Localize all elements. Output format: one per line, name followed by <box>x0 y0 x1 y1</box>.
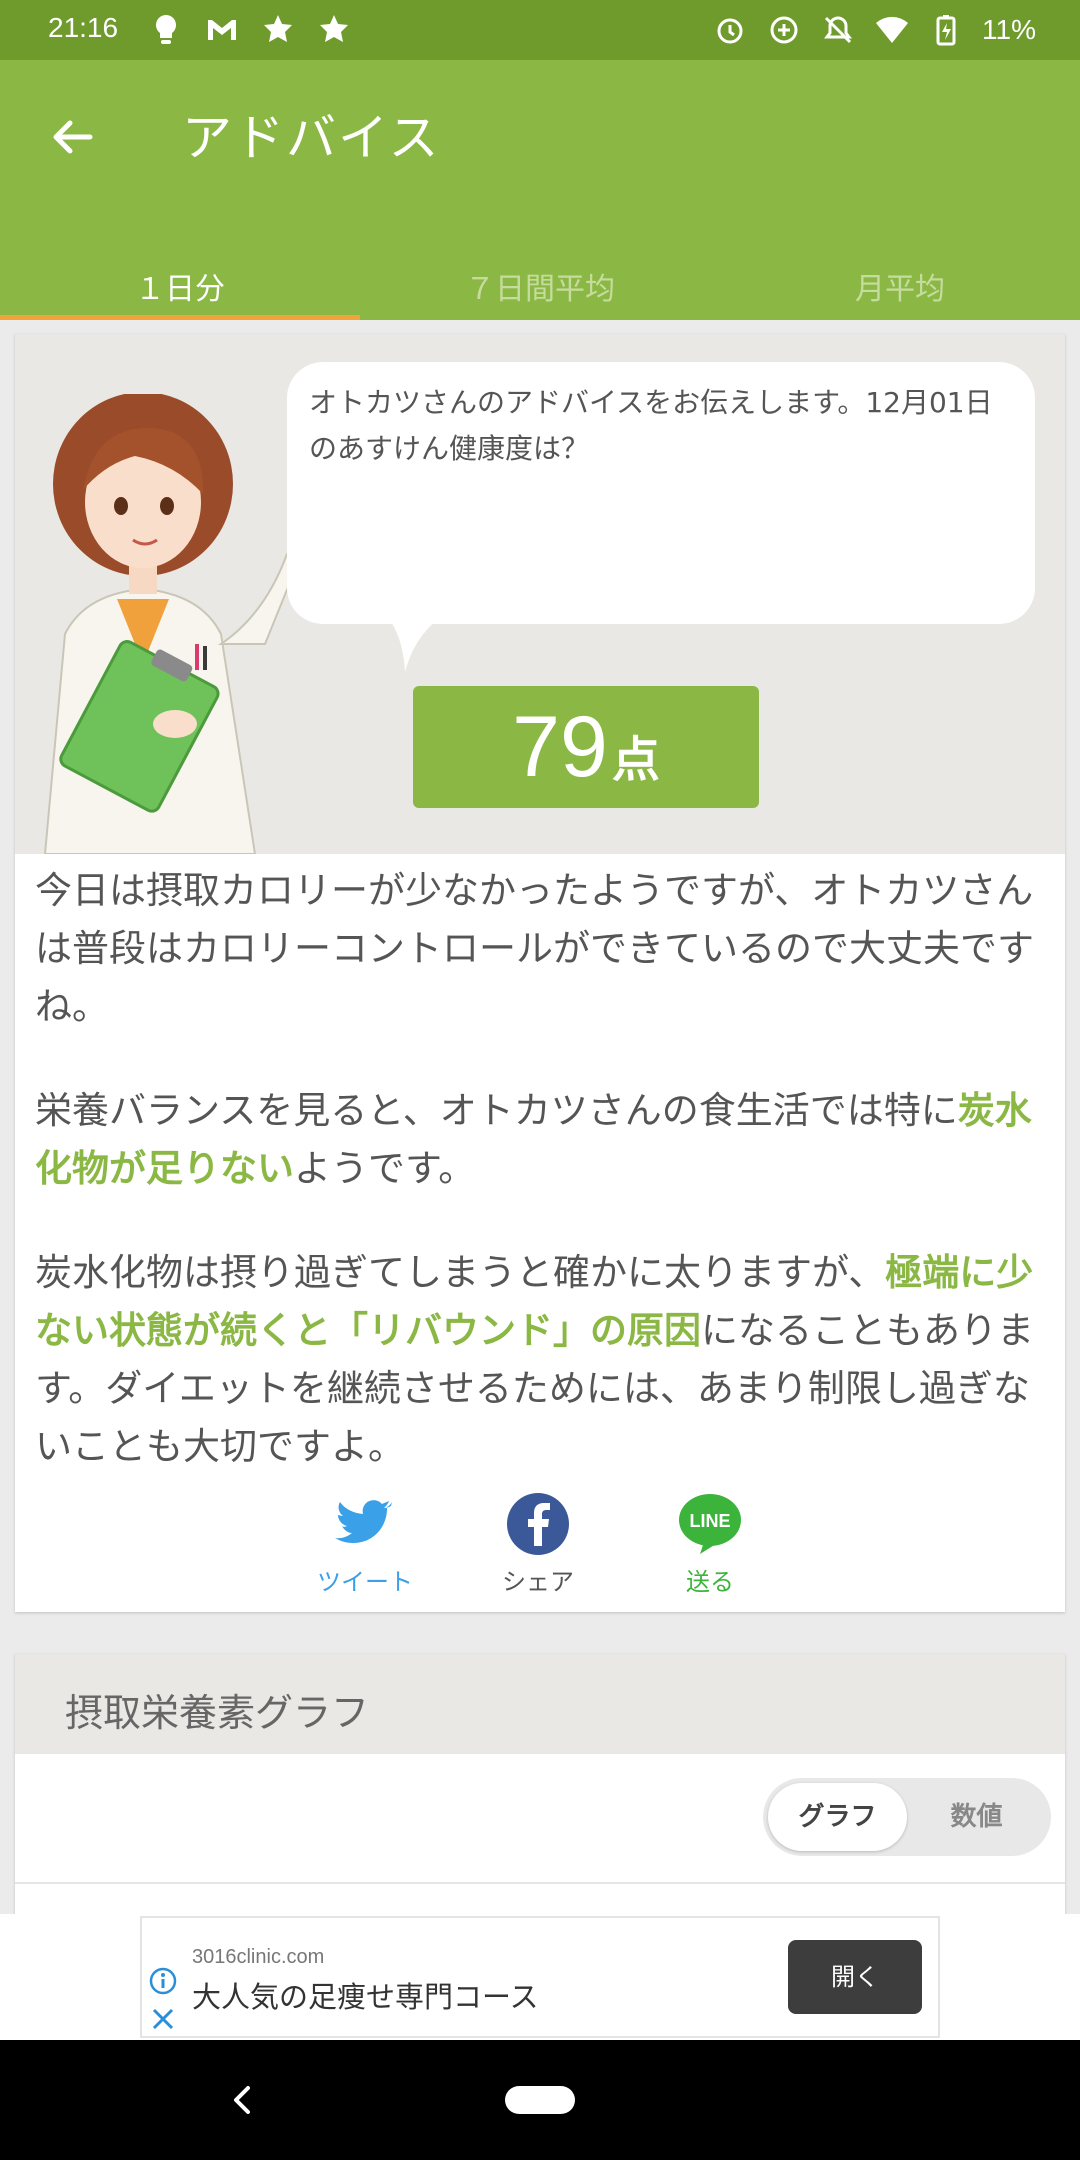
facebook-icon <box>507 1493 569 1555</box>
gmail-icon <box>204 12 240 48</box>
speech-bubble-tail <box>385 614 445 672</box>
advice-paragraph-3-text: 炭水化物は摂り過ぎてしまうと確かに太りますが、 <box>35 1251 886 1294</box>
line-icon: LINE <box>679 1494 741 1554</box>
advice-paragraph: 炭水化物は摂り過ぎてしまうと確かに太りますが、極端に少ない状態が続くと「リバウン… <box>35 1244 1045 1476</box>
line-send-label: 送る <box>686 1568 734 1596</box>
share-buttons: ツイート シェア LINE 送る <box>15 1492 1065 1612</box>
ad-open-button[interactable]: 開く <box>788 1940 922 2014</box>
app-bar: アドバイス １日分 ７日間平均 月平均 <box>0 60 1080 320</box>
alarm-icon <box>712 12 748 48</box>
notifications-off-icon <box>820 12 856 48</box>
data-saver-icon <box>766 12 802 48</box>
status-bar: 21:16 11% <box>0 0 1080 60</box>
health-score: 79点 <box>413 686 759 808</box>
twitter-icon <box>335 1500 392 1543</box>
facebook-share-button[interactable]: シェア <box>473 1492 603 1597</box>
ad-banner-area: 3016clinic.com 大人気の足痩せ専門コース 開く <box>0 1914 1080 2040</box>
advice-paragraph-2-text: 栄養バランスを見ると、オトカツさんの食生活では特に <box>35 1089 958 1132</box>
system-icons: 11% <box>712 12 1036 48</box>
tab-daily[interactable]: １日分 <box>0 240 360 320</box>
star-badge-icon <box>316 12 352 48</box>
battery-charging-icon <box>928 12 964 48</box>
ad-title: 大人気の足痩せ専門コース <box>192 1980 539 2014</box>
advice-paragraph-2-end: ようです。 <box>294 1147 476 1190</box>
line-send-button[interactable]: LINE 送る <box>645 1492 775 1597</box>
page-title: アドバイス <box>182 109 441 167</box>
health-score-value: 79 <box>512 699 608 795</box>
period-tabs: １日分 ７日間平均 月平均 <box>0 240 1080 320</box>
advice-speech-bubble: オトカツさんのアドバイスをお伝えします。12月01日のあすけん健康度は？ <box>287 362 1035 624</box>
advice-paragraph: 栄養バランスを見ると、オトカツさんの食生活では特に炭水化物が足りないようです。 <box>35 1082 1045 1198</box>
facebook-share-label: シェア <box>502 1568 574 1596</box>
health-score-unit: 点 <box>611 732 660 788</box>
nutrient-graph-title: 摂取栄養素グラフ <box>15 1654 1065 1754</box>
wifi-icon <box>874 12 910 48</box>
ad-domain: 3016clinic.com <box>192 1946 325 1968</box>
toggle-values-option[interactable]: 数値 <box>907 1783 1046 1851</box>
tweet-button[interactable]: ツイート <box>300 1492 430 1597</box>
tweet-label: ツイート <box>317 1568 413 1596</box>
system-nav-bar <box>0 2040 1080 2160</box>
tab-monthly-average[interactable]: 月平均 <box>720 240 1080 320</box>
lightbulb-icon <box>148 12 184 48</box>
status-time: 21:16 <box>48 12 119 43</box>
speech-bubble-text: オトカツさんのアドバイスをお伝えします。12月01日のあすけん健康度は？ <box>309 386 993 465</box>
line-logo-text: LINE <box>689 1511 730 1531</box>
arrow-back-icon <box>53 120 93 154</box>
advice-card: オトカツさんのアドバイスをお伝えします。12月01日のあすけん健康度は？ 79点… <box>15 334 1065 1612</box>
nav-back-icon[interactable] <box>222 2080 262 2120</box>
advice-text: 今日は摂取カロリーが少なかったようですが、オトカツさんは普段はカロリーコントロー… <box>15 854 1065 1476</box>
toggle-graph-option[interactable]: グラフ <box>768 1783 907 1851</box>
ad-banner[interactable]: 3016clinic.com 大人気の足痩せ専門コース 開く <box>140 1916 940 2038</box>
divider <box>15 1882 1065 1884</box>
nutrient-graph-card: 摂取栄養素グラフ グラフ 数値 <box>15 1654 1065 1914</box>
battery-percent: 11% <box>982 14 1036 45</box>
advice-header: オトカツさんのアドバイスをお伝えします。12月01日のあすけん健康度は？ 79点 <box>15 334 1065 854</box>
graph-values-toggle: グラフ 数値 <box>763 1778 1051 1856</box>
ad-info-icon[interactable] <box>148 1966 178 1996</box>
advice-paragraph-1: 今日は摂取カロリーが少なかったようですが、オトカツさんは普段はカロリーコントロー… <box>35 869 1034 1028</box>
ad-close-icon[interactable] <box>148 2004 178 2034</box>
advice-paragraph: 今日は摂取カロリーが少なかったようですが、オトカツさんは普段はカロリーコントロー… <box>35 862 1045 1036</box>
notification-icons <box>148 12 352 48</box>
back-button[interactable] <box>40 105 104 169</box>
nav-home-button[interactable] <box>505 2086 575 2114</box>
star-badge-icon <box>260 12 296 48</box>
tab-7day-average[interactable]: ７日間平均 <box>360 240 720 320</box>
